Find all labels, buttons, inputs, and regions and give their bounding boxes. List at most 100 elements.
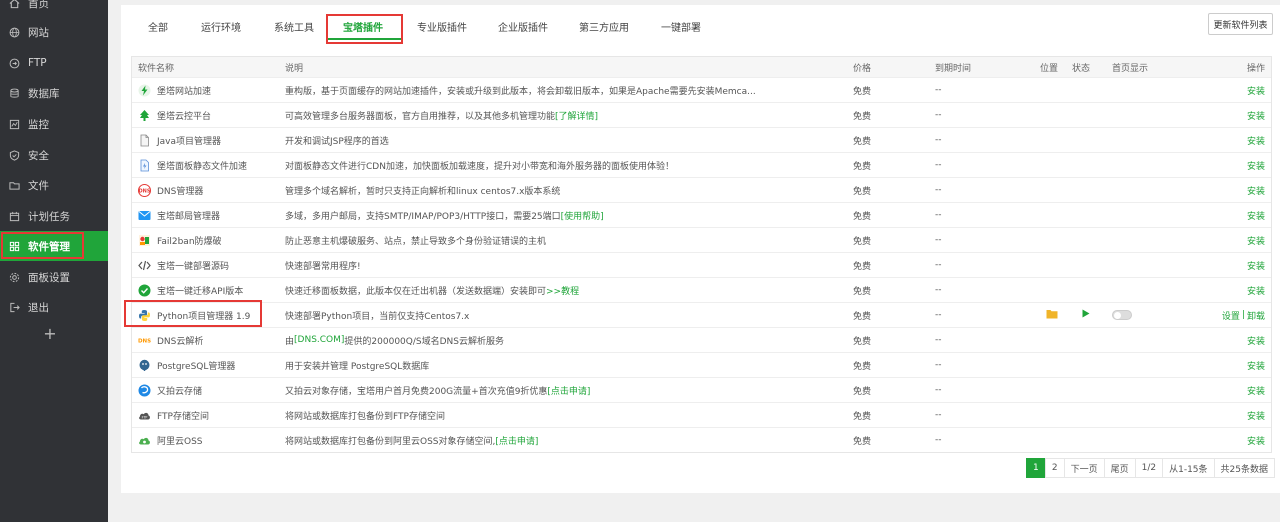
plugin-name: FTP存储空间 [157, 411, 209, 422]
sidebar-item-home[interactable]: 首页 [0, 0, 108, 18]
plugin-desc: 重构版，基于页面缓存的网站加速插件，安装或升级到此版本，将会卸载旧版本，如果是A… [285, 86, 756, 97]
sidebar-item-database[interactable]: 数据库 [0, 78, 108, 108]
plugin-name: 宝塔一键迁移API版本 [157, 286, 244, 297]
install-button[interactable]: 安装 [1247, 184, 1265, 197]
plugin-expire: -- [935, 310, 942, 320]
plugin-desc: 用于安装并管理 PostgreSQL数据库 [285, 361, 430, 372]
install-button[interactable]: 安装 [1247, 234, 1265, 247]
sidebar-item-label: 退出 [28, 301, 49, 314]
sidebar-item-files[interactable]: 文件 [0, 170, 108, 200]
home-display-toggle[interactable] [1112, 310, 1132, 320]
sidebar-item-label: 面板设置 [28, 271, 70, 284]
sidebar-item-label: 软件管理 [28, 240, 70, 253]
dns-com-link[interactable]: [DNS.COM] [294, 335, 344, 345]
sidebar-item-website[interactable]: 网站 [0, 17, 108, 47]
tab-pro-plugins[interactable]: 专业版插件 [417, 19, 467, 34]
aliyun-oss-icon [138, 434, 151, 447]
plugin-desc: 对面板静态文件进行CDN加速，加快面板加载速度，提升对小带宽和海外服务器的面板使… [285, 161, 674, 172]
plugin-desc: 快速迁移面板数据，此版本仅在迁出机器（发送数据端）安装即可 [285, 286, 547, 297]
install-button[interactable]: 安装 [1247, 434, 1265, 447]
install-button[interactable]: 安装 [1247, 284, 1265, 297]
settings-button[interactable]: 设置 [1222, 309, 1240, 322]
fail2ban-icon [138, 234, 151, 247]
sidebar-item-software[interactable]: 软件管理 [0, 231, 108, 261]
sidebar-item-cron[interactable]: 计划任务 [0, 201, 108, 231]
sidebar-item-logout[interactable]: 退出 [0, 292, 108, 322]
plugin-desc-suffix: 提供的200000Q/S域名DNS云解析服务 [344, 336, 504, 347]
page-button-2[interactable]: 2 [1044, 458, 1065, 478]
folder-icon[interactable] [1046, 309, 1058, 322]
plugin-expire: -- [935, 185, 942, 195]
install-button[interactable]: 安装 [1247, 334, 1265, 347]
table-row: 宝塔邮局管理器 多域，多用户邮局，支持SMTP/IMAP/POP3/HTTP接口… [132, 202, 1271, 227]
col-price-header: 价格 [853, 63, 872, 74]
plugin-desc: 又拍云对象存储，宝塔用户首月免费200G流量+首次充值9折优惠 [285, 386, 548, 397]
help-link[interactable]: [使用帮助] [561, 209, 604, 222]
install-button[interactable]: 安装 [1247, 209, 1265, 222]
sidebar-item-monitor[interactable]: 监控 [0, 109, 108, 139]
table-row: 堡塔面板静态文件加速 对面板静态文件进行CDN加速，加快面板加载速度，提升对小带… [132, 152, 1271, 177]
tab-one-click-deploy[interactable]: 一键部署 [661, 19, 701, 34]
check-circle-icon [138, 284, 151, 297]
uninstall-button[interactable]: 卸载 [1247, 309, 1265, 322]
tutorial-link[interactable]: >>教程 [546, 284, 579, 297]
tab-third-party[interactable]: 第三方应用 [579, 19, 629, 34]
main-panel: 全部 运行环境 系统工具 宝塔插件 专业版插件 企业版插件 第三方应用 一键部署… [121, 5, 1280, 493]
home-icon [8, 0, 20, 9]
tab-system-tools[interactable]: 系统工具 [274, 19, 314, 34]
apply-link[interactable]: [点击申请] [495, 434, 538, 447]
plugin-name: Java项目管理器 [157, 136, 222, 147]
plugin-desc: 多域，多用户邮局，支持SMTP/IMAP/POP3/HTTP接口，需要25端口 [285, 211, 561, 222]
plugin-name: 阿里云OSS [157, 436, 203, 447]
page-button-1[interactable]: 1 [1025, 458, 1046, 478]
next-page-button[interactable]: 下一页 [1063, 458, 1105, 478]
col-expire-header: 到期时间 [935, 63, 972, 74]
dns-cloud-icon: DNS [138, 334, 151, 347]
install-button[interactable]: 安装 [1247, 259, 1265, 272]
table-row: Python项目管理器 1.9 快速部署Python项目，当前仅支持Centos… [124, 300, 1271, 327]
install-button[interactable]: 安装 [1247, 134, 1265, 147]
tab-all[interactable]: 全部 [148, 19, 168, 34]
logout-icon [8, 301, 20, 313]
install-button[interactable]: 安装 [1247, 109, 1265, 122]
plugin-desc: 快速部署Python项目，当前仅支持Centos7.x [285, 311, 470, 322]
last-page-button[interactable]: 尾页 [1103, 458, 1136, 478]
sidebar-item-label: 文件 [28, 179, 49, 192]
tab-enterprise-plugins[interactable]: 企业版插件 [498, 19, 548, 34]
apply-link[interactable]: [点击申请] [547, 384, 590, 397]
update-software-list-button[interactable]: 更新软件列表 [1208, 13, 1273, 35]
plugin-price: 免费 [853, 211, 872, 222]
database-icon [8, 87, 20, 99]
plugin-price: 免费 [853, 261, 872, 272]
plugin-price: 免费 [853, 361, 872, 372]
install-button[interactable]: 安装 [1247, 409, 1265, 422]
table-row: 又拍云存储 又拍云对象存储，宝塔用户首月免费200G流量+首次充值9折优惠 [点… [132, 377, 1271, 402]
plugin-desc: 管理多个域名解析，暂时只支持正向解析和linux centos7.x版本系统 [285, 186, 561, 197]
table-row: 阿里云OSS 将网站或数据库打包备份到阿里云OSS对象存储空间, [点击申请] … [132, 427, 1271, 452]
tab-bt-plugins[interactable]: 宝塔插件 [343, 19, 383, 34]
play-icon[interactable] [1082, 309, 1090, 321]
sidebar-item-label: 数据库 [28, 87, 60, 100]
install-button[interactable]: 安装 [1247, 384, 1265, 397]
plugin-name: 宝塔一键部署源码 [157, 261, 230, 272]
install-button[interactable]: 安装 [1247, 84, 1265, 97]
sidebar-item-security[interactable]: 安全 [0, 140, 108, 170]
postgresql-icon [138, 359, 151, 372]
plugin-name: DNS管理器 [157, 186, 204, 197]
learn-more-link[interactable]: [了解详情] [555, 109, 598, 122]
sidebar-item-panel-settings[interactable]: 面板设置 [0, 262, 108, 292]
install-button[interactable]: 安装 [1247, 359, 1265, 372]
tab-runtime[interactable]: 运行环境 [201, 19, 241, 34]
shield-icon [8, 149, 20, 161]
add-button[interactable]: + [0, 324, 100, 343]
install-button[interactable]: 安装 [1247, 159, 1265, 172]
python-icon [138, 309, 151, 322]
sidebar-item-ftp[interactable]: FTP [0, 48, 108, 78]
table-row: DNS DNS管理器 管理多个域名解析，暂时只支持正向解析和linux cento… [132, 177, 1271, 202]
ftp-icon [8, 57, 20, 69]
plugin-price: 免费 [853, 336, 872, 347]
plugin-desc: 将网站或数据库打包备份到阿里云OSS对象存储空间, [285, 436, 496, 447]
plugin-expire: -- [935, 410, 942, 420]
upyun-icon [138, 384, 151, 397]
svg-text:DNS: DNS [138, 338, 151, 344]
